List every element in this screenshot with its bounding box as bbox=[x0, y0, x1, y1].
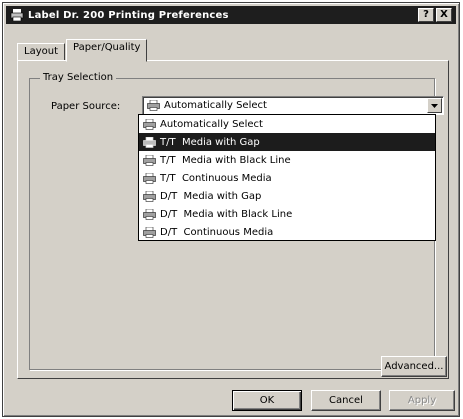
list-item[interactable]: D/T Continuous Media bbox=[139, 223, 435, 241]
list-item-label: D/T Media with Gap bbox=[160, 190, 262, 202]
list-item-label: D/T Continuous Media bbox=[160, 226, 274, 238]
printer-icon bbox=[143, 208, 156, 220]
paper-source-label: Paper Source: bbox=[51, 101, 121, 112]
chevron-down-icon bbox=[428, 99, 441, 112]
ok-button[interactable]: OK bbox=[232, 390, 302, 411]
help-button[interactable]: ? bbox=[418, 8, 434, 22]
printer-icon bbox=[143, 190, 156, 202]
tab-paper-quality-label: Paper/Quality bbox=[73, 42, 141, 53]
printer-icon bbox=[143, 154, 156, 166]
list-item[interactable]: T/T Continuous Media bbox=[139, 169, 435, 187]
tray-selection-label: Tray Selection bbox=[40, 72, 117, 83]
paper-source-value: Automatically Select bbox=[164, 100, 267, 111]
tab-layout-label: Layout bbox=[24, 46, 58, 57]
apply-button[interactable]: Apply bbox=[389, 390, 455, 411]
advanced-button[interactable]: Advanced... bbox=[381, 356, 447, 377]
printer-icon bbox=[147, 99, 160, 111]
list-item[interactable]: T/T Media with Black Line bbox=[139, 151, 435, 169]
printer-icon bbox=[10, 9, 24, 22]
close-button[interactable]: X bbox=[436, 8, 452, 22]
title-bar[interactable]: Label Dr. 200 Printing Preferences ? X bbox=[6, 6, 456, 24]
tab-paper-quality[interactable]: Paper/Quality bbox=[66, 39, 148, 62]
cancel-button[interactable]: Cancel bbox=[311, 390, 381, 411]
dropdown-arrow-button[interactable] bbox=[427, 98, 442, 113]
list-item-label: T/T Media with Black Line bbox=[160, 154, 291, 166]
printer-icon bbox=[143, 172, 156, 184]
list-item[interactable]: D/T Media with Gap bbox=[139, 187, 435, 205]
tab-layout[interactable]: Layout bbox=[17, 43, 65, 61]
list-item-label: D/T Media with Black Line bbox=[160, 208, 293, 220]
list-item-label: T/T Media with Gap bbox=[160, 136, 260, 148]
paper-source-combobox[interactable]: Automatically Select bbox=[142, 96, 444, 115]
list-item[interactable]: D/T Media with Black Line bbox=[139, 205, 435, 223]
printer-icon bbox=[143, 136, 156, 148]
window-title: Label Dr. 200 Printing Preferences bbox=[28, 9, 229, 21]
printer-icon bbox=[143, 118, 156, 130]
list-item-label: Automatically Select bbox=[160, 118, 263, 130]
list-item-label: T/T Continuous Media bbox=[160, 172, 272, 184]
printer-icon bbox=[143, 226, 156, 238]
list-item-selected[interactable]: T/T Media with Gap bbox=[139, 133, 435, 151]
list-item[interactable]: Automatically Select bbox=[139, 115, 435, 133]
paper-source-dropdown-list[interactable]: Automatically Select T/T Media with Gap … bbox=[138, 114, 436, 241]
